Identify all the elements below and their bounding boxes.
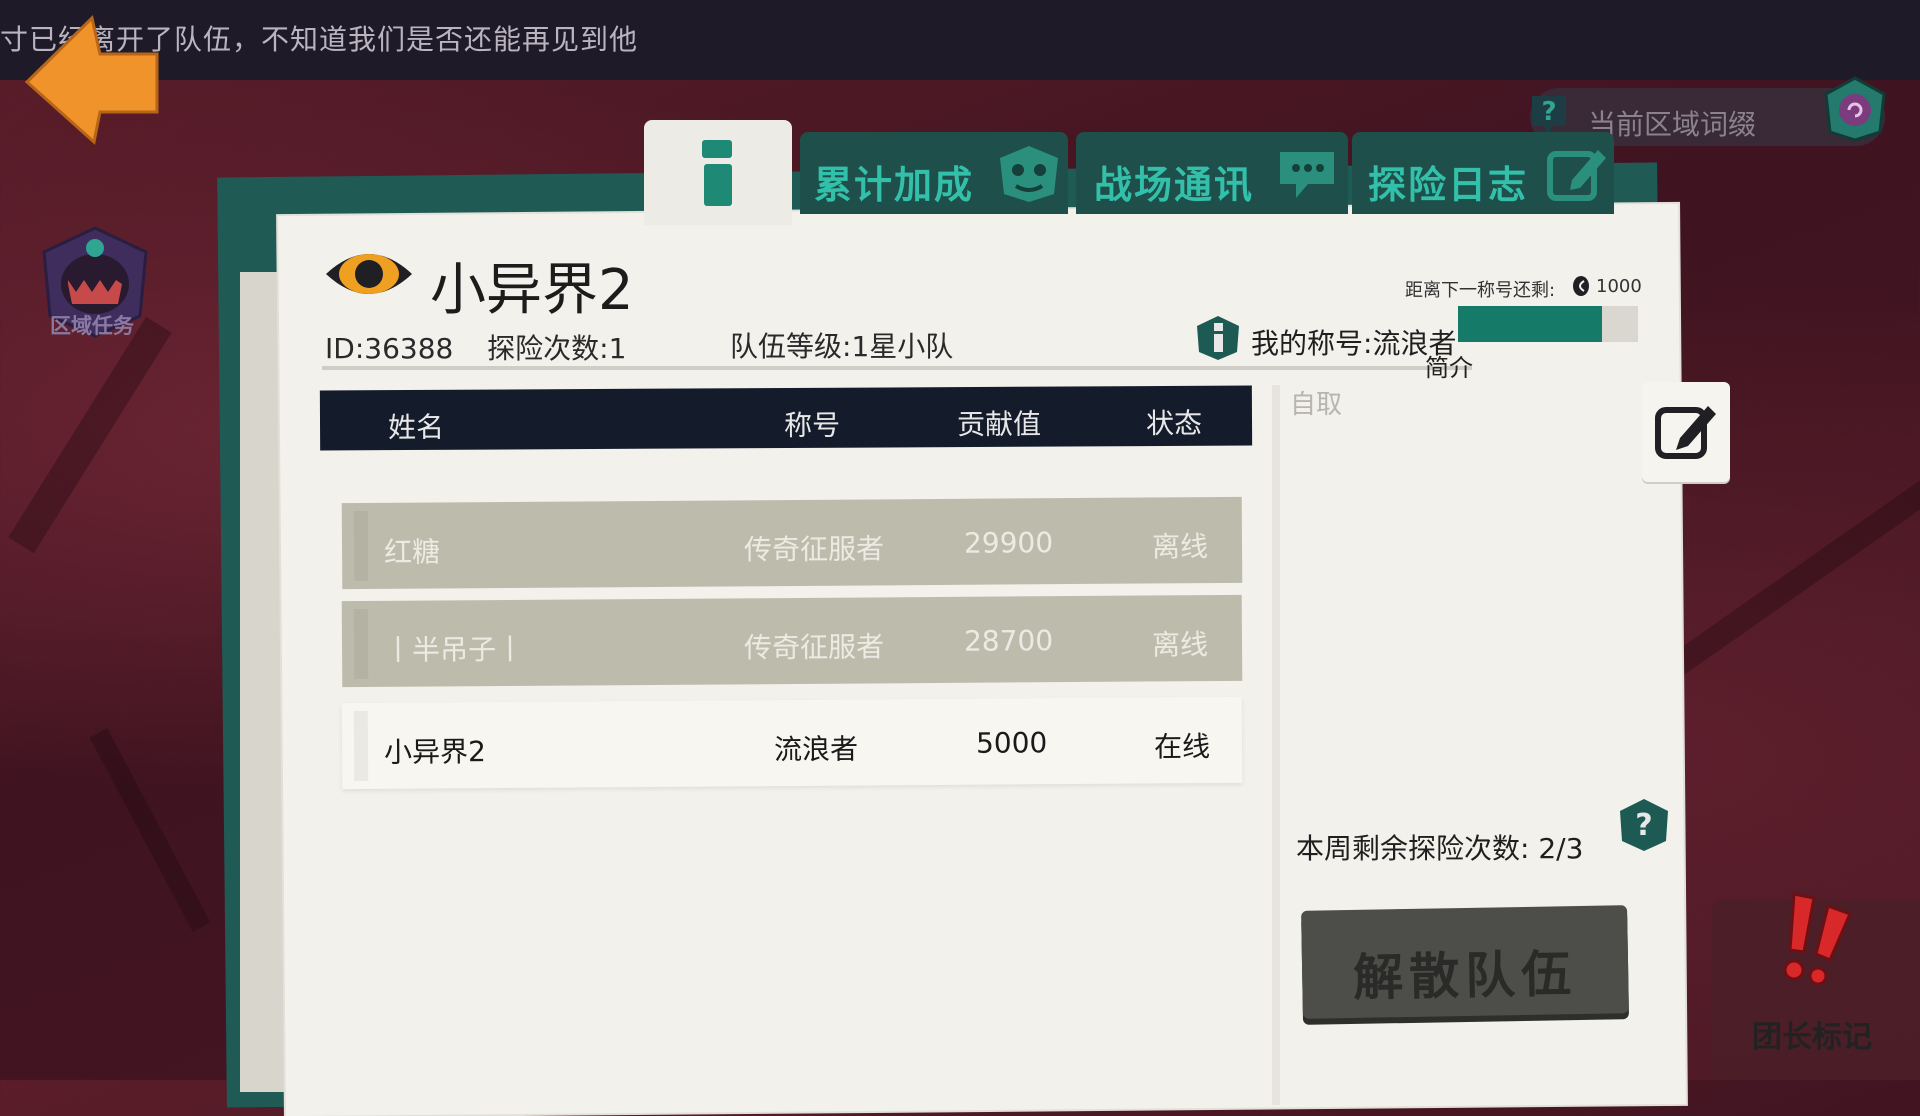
member-title: 传奇征服者 — [743, 532, 885, 567]
header-status: 状态 — [1145, 406, 1203, 441]
explore-count: 1 — [608, 332, 627, 365]
member-row[interactable]: 红糖 传奇征服者 29900 离线 — [341, 496, 1243, 590]
member-name: 丨半吊子丨 — [383, 632, 525, 667]
member-contribution: 28700 — [963, 624, 1054, 658]
team-level: 队伍等级:1星小队 — [730, 325, 953, 365]
member-status: 在线 — [1153, 730, 1211, 764]
member-row-self[interactable]: 小异界2 流浪者 5000 在线 — [341, 696, 1243, 790]
intro-text: 自取 — [1290, 390, 1343, 420]
member-contribution: 29900 — [963, 526, 1054, 560]
background-shard — [89, 728, 211, 932]
header-title: 称号 — [783, 408, 841, 443]
member-table-header: 姓名 称号 贡献值 状态 — [319, 385, 1253, 451]
member-contribution: 5000 — [975, 726, 1048, 760]
tab-adventure-log[interactable]: 探险日志 — [1352, 132, 1614, 214]
weekly-remaining-value: 2/3 — [1538, 832, 1584, 865]
explore-count-label: 探险次数: — [487, 332, 609, 365]
disband-team-label: 解散队伍 — [1352, 945, 1578, 1007]
weekly-remaining: 本周剩余探险次数: 2/3 — [1296, 827, 1583, 867]
tab-info[interactable] — [644, 120, 792, 225]
leader-mark-label: 团长标记 — [1752, 1020, 1872, 1055]
help-icon[interactable]: ? — [1618, 797, 1670, 853]
region-task-label: 区域任务 — [50, 314, 134, 338]
member-name: 小异界2 — [383, 735, 486, 769]
edit-intro-button[interactable] — [1642, 382, 1730, 482]
edit-icon — [1655, 406, 1716, 459]
tab-battlefield-comms-label: 战场通讯 — [1094, 163, 1255, 207]
coins-remaining: 1000 — [1596, 276, 1642, 297]
disband-team-button[interactable]: 解散队伍 — [1301, 905, 1629, 1019]
background-shard — [8, 316, 172, 554]
pencil-note-icon — [1547, 150, 1606, 201]
info-icon — [702, 140, 732, 206]
back-arrow-icon[interactable] — [22, 10, 162, 145]
top-banner: 寸已经离开了队伍，不知道我们是否还能再见到他 — [0, 0, 1920, 80]
member-title: 流浪者 — [773, 732, 859, 767]
title-info-icon — [1197, 316, 1239, 360]
tab-cumulative-bonus-label: 累计加成 — [814, 163, 975, 207]
my-title-label: 我的称号: — [1251, 327, 1373, 360]
team-id-line: ID:36388 探险次数:1 — [325, 327, 626, 367]
title-progress-fill — [1458, 306, 1602, 342]
team-id-label: ID: — [325, 332, 365, 365]
next-title-label: 距离下一称号还剩: — [1405, 280, 1556, 301]
team-level-label: 队伍等级: — [730, 330, 852, 363]
svg-text:?: ? — [1541, 97, 1556, 127]
tab-battlefield-comms[interactable]: 战场通讯 — [1076, 132, 1348, 214]
member-title: 传奇征服者 — [743, 630, 885, 665]
intro-label: 简介 — [1425, 354, 1473, 382]
tab-cumulative-bonus[interactable]: 累计加成 — [800, 132, 1068, 214]
header-contribution: 贡献值 — [956, 407, 1042, 442]
team-name: 小异界2 — [430, 258, 634, 323]
member-status: 离线 — [1151, 628, 1209, 662]
member-status: 离线 — [1151, 530, 1209, 564]
eye-icon — [326, 254, 412, 294]
team-id: 36388 — [364, 332, 454, 365]
team-level-value: 1星小队 — [851, 330, 954, 363]
region-badge-icon[interactable] — [1822, 76, 1888, 142]
tab-adventure-log-label: 探险日志 — [1368, 163, 1529, 207]
row-marker — [353, 608, 369, 680]
svg-text:?: ? — [1635, 808, 1652, 843]
header-divider — [322, 366, 1472, 370]
member-row[interactable]: 丨半吊子丨 传奇征服者 28700 离线 — [341, 594, 1243, 688]
weekly-remaining-label: 本周剩余探险次数: — [1296, 832, 1530, 865]
column-divider — [1272, 385, 1280, 1105]
chat-bubble-icon — [1280, 152, 1334, 198]
monster-face-icon — [1000, 146, 1058, 202]
header-name: 姓名 — [387, 410, 445, 445]
row-marker — [353, 710, 369, 782]
coin-icon — [1573, 276, 1589, 296]
exclamation-icon[interactable] — [1772, 890, 1862, 990]
background-shard — [1663, 464, 1920, 680]
title-progress-bar — [1458, 306, 1638, 342]
row-marker — [353, 510, 369, 582]
member-name: 红糖 — [383, 535, 441, 569]
